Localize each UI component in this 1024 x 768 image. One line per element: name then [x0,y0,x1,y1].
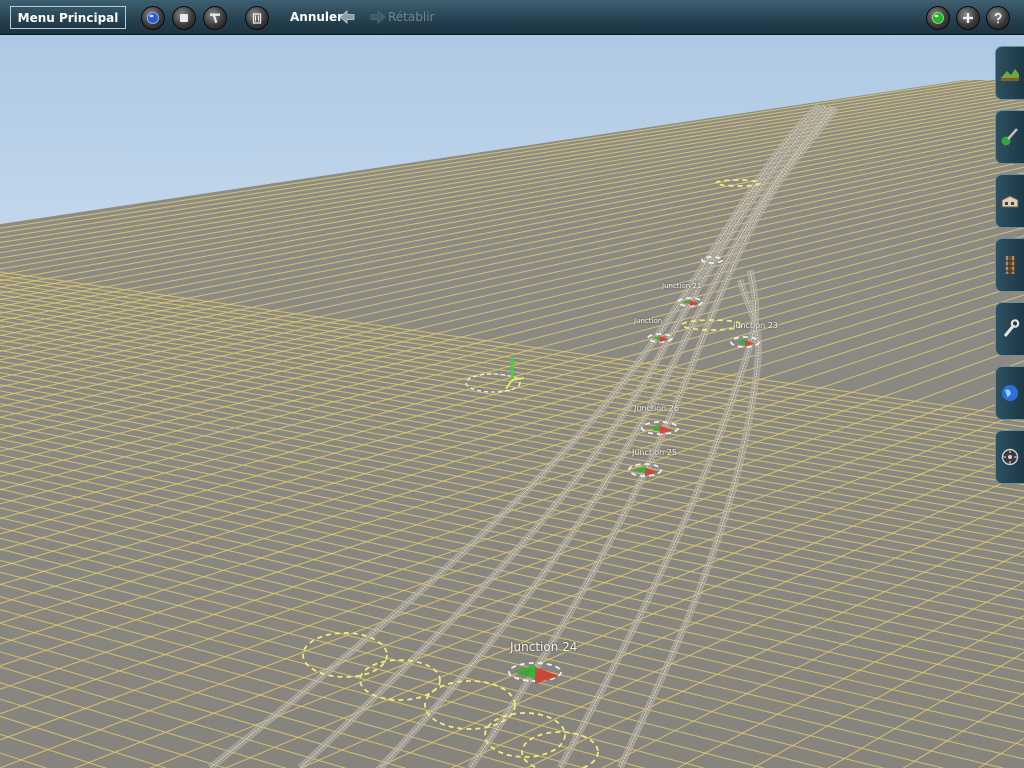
add-button[interactable] [956,6,980,30]
stop-button[interactable] [172,6,196,30]
globe-icon [147,12,159,24]
undo-button[interactable]: Annuler [290,10,343,24]
side-tab-world[interactable] [995,366,1024,420]
tools-icon [210,13,220,24]
junction-label: Junction 24 [510,640,578,654]
add-icon [963,13,973,23]
stop-icon [180,14,188,22]
redo-button[interactable]: Rétablir [388,10,434,24]
world-icon [1002,385,1018,401]
wrench-icon [1003,319,1020,337]
delete-button[interactable] [245,6,269,30]
paint-icon [1001,128,1018,146]
main-menu-button[interactable]: Menu Principal [10,6,126,29]
tools-button[interactable] [203,6,227,30]
buildings-icon [1001,195,1019,208]
side-tab-tools[interactable] [995,302,1024,356]
trash-icon [252,13,262,24]
side-tab-terrain[interactable] [995,46,1024,100]
help-button[interactable] [986,6,1010,30]
junction-label: Junction 26 [634,404,679,413]
top-toolbar: Menu Principal Annuler Rétablir [0,0,1024,35]
redo-arrow-icon[interactable] [370,9,386,25]
help-icon [994,12,1002,24]
junction-label: Junction [634,317,663,325]
junction-label: Junction 23 [733,321,778,330]
undo-arrow-icon[interactable] [339,9,355,25]
globe-button[interactable] [141,6,165,30]
track-icon [1005,256,1015,274]
settings-icon [1001,448,1019,466]
side-tab-paint[interactable] [995,110,1024,164]
side-tab-track[interactable] [995,238,1024,292]
status-button[interactable] [926,6,950,30]
side-tab-buildings[interactable] [995,174,1024,228]
terrain-icon [1001,69,1019,81]
green-orb-icon [932,12,944,24]
side-tab-settings[interactable] [995,430,1024,484]
junction-label: Junction 21 [662,282,702,290]
junction-label: Junction 25 [632,448,677,457]
